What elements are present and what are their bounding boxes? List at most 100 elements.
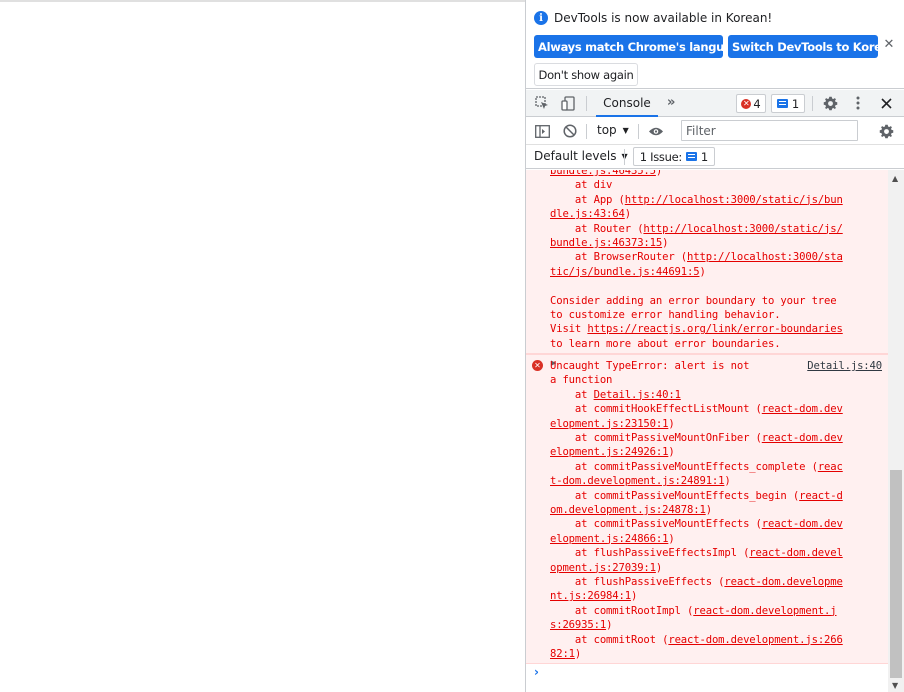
stack-trace-link[interactable]: bundle.js:46435:5 — [550, 170, 656, 177]
console-prompt-icon[interactable]: › — [534, 665, 539, 679]
inspect-element-icon[interactable] — [534, 95, 550, 111]
console-line-text: a function — [550, 374, 613, 387]
console-line: at commitRootImpl (react-dom.development… — [550, 604, 837, 618]
info-icon: i — [534, 11, 548, 25]
stack-trace-link[interactable]: https://reactjs.org/link/error-boundarie… — [587, 323, 843, 335]
dont-show-again-button[interactable]: Don't show again — [534, 63, 638, 86]
console-line: to learn more about error boundaries. — [550, 337, 781, 351]
stack-trace-link[interactable]: react-dom.developme — [724, 576, 842, 588]
console-line-text: ) — [662, 237, 669, 249]
clear-console-icon[interactable] — [562, 123, 578, 139]
stack-trace-link[interactable]: opment.js:27039:1 — [550, 562, 656, 574]
stack-trace-link[interactable]: elopment.js:24926:1 — [550, 446, 668, 458]
error-count-badge[interactable]: ✕ 4 — [736, 94, 766, 113]
issues-label: 1 Issue: — [639, 149, 682, 164]
infobar-message-row: i DevTools is now available in Korean! — [534, 10, 772, 26]
more-options-icon[interactable] — [850, 95, 866, 111]
console-line-text: at Router ( — [550, 222, 644, 235]
stack-trace-link[interactable]: react-d — [799, 490, 843, 502]
more-tabs-icon[interactable]: » — [667, 95, 676, 110]
stack-trace-link[interactable]: react-dom.dev — [762, 403, 843, 415]
stack-trace-link[interactable]: Detail.js:40:1 — [594, 389, 681, 401]
console-line: 82:1) — [550, 647, 581, 661]
stack-trace-link[interactable]: reac — [818, 461, 843, 473]
toolbar-divider — [638, 124, 639, 139]
tab-console[interactable]: Console — [596, 90, 658, 117]
scrollbar-thumb[interactable] — [890, 470, 902, 678]
scroll-down-arrow-icon[interactable]: ▼ — [892, 681, 898, 690]
stack-trace-link[interactable]: t-dom.development.js:24891:1 — [550, 475, 725, 487]
console-line-text: ) — [655, 561, 663, 574]
stack-trace-link[interactable]: react-dom.development.j — [693, 605, 836, 617]
console-line-text: at commitPassiveMountEffects_begin ( — [550, 489, 800, 502]
settings-gear-icon[interactable] — [822, 95, 838, 111]
console-line: at commitPassiveMountEffects_begin (reac… — [550, 489, 843, 503]
console-line-text: Consider adding an error boundary to you… — [550, 294, 837, 307]
stack-trace-link[interactable]: http://localhost:3000/sta — [687, 251, 843, 263]
console-line-text: at BrowserRouter ( — [550, 251, 688, 264]
console-line-text: at div — [550, 179, 613, 192]
console-line: at div — [550, 178, 613, 192]
console-line-text: ) — [724, 475, 731, 488]
source-link[interactable]: Detail.js:40 — [807, 359, 882, 373]
error-icon: ✕ — [532, 360, 543, 371]
console-line-text: Visit — [550, 323, 588, 336]
show-sidebar-icon[interactable] — [534, 123, 550, 139]
console-line: at BrowserRouter (http://localhost:3000/… — [550, 250, 843, 264]
stack-trace-link[interactable]: elopment.js:24866:1 — [550, 533, 668, 545]
stack-trace-link[interactable]: http://localhost:3000/static/js/bun — [625, 194, 843, 206]
stack-trace-link[interactable]: react-dom.dev — [762, 432, 843, 444]
console-line-text: Uncaught TypeError: alert is not — [550, 360, 750, 372]
console-line: opment.js:27039:1) — [550, 561, 662, 575]
stack-trace-link[interactable]: react-dom.development.js:266 — [668, 634, 843, 646]
language-infobar: i DevTools is now available in Korean! A… — [526, 0, 904, 89]
console-line: to customize error handling behavior. — [550, 308, 781, 322]
stack-trace-link[interactable]: dle.js:43:64 — [550, 208, 625, 220]
message-count-badge[interactable]: 1 — [771, 94, 805, 113]
console-line: nt.js:26984:1) — [550, 589, 637, 603]
stack-trace-link[interactable]: elopment.js:23150:1 — [550, 418, 668, 430]
context-selector[interactable]: top ▼ — [597, 123, 629, 137]
close-icon[interactable]: ✕ — [883, 38, 895, 52]
stack-trace-link[interactable]: om.development.js:24878:1 — [550, 504, 706, 516]
console-line-text: ) — [668, 532, 675, 545]
device-toolbar-icon[interactable] — [560, 95, 576, 111]
console-line-text: ) — [630, 590, 638, 603]
console-line: at commitRoot (react-dom.development.js:… — [550, 633, 843, 647]
console-line-text: ) — [574, 648, 582, 660]
log-levels-dropdown[interactable]: Default levels ▼ — [534, 149, 628, 163]
console-line: at Router (http://localhost:3000/static/… — [550, 222, 843, 236]
console-line-text: ) — [655, 170, 663, 177]
filter-input[interactable] — [681, 120, 858, 141]
issues-button[interactable]: 1 Issue: 1 — [633, 147, 715, 166]
toolbar-divider — [586, 124, 587, 139]
toolbar-divider — [624, 149, 625, 165]
console-scrollbar[interactable]: ▲ ▼ — [888, 170, 904, 692]
stack-trace-link[interactable]: http://localhost:3000/static/js/ — [643, 223, 842, 235]
always-match-language-button[interactable]: Always match Chrome's language — [534, 35, 747, 58]
live-expression-eye-icon[interactable] — [648, 123, 664, 139]
console-toolbar: top ▼ — [526, 118, 904, 145]
toolbar-divider — [812, 96, 813, 111]
error-count: 4 — [753, 96, 761, 111]
close-devtools-icon[interactable] — [878, 95, 894, 111]
switch-to-korean-button[interactable]: Switch DevTools to Korean — [728, 35, 897, 58]
stack-trace-link[interactable]: react-dom.dev — [762, 518, 843, 530]
console-line-text: at commitPassiveMountEffects_complete ( — [550, 460, 818, 473]
stack-trace-link[interactable]: tic/js/bundle.js:44691:5 — [550, 266, 700, 278]
console-line-text: at commitPassiveMountEffects ( — [550, 518, 762, 531]
console-line: Consider adding an error boundary to you… — [550, 294, 837, 308]
console-line: dle.js:43:64) — [550, 207, 631, 221]
scroll-up-arrow-icon[interactable]: ▲ — [892, 174, 898, 183]
inspected-page — [0, 0, 525, 692]
console-line: at commitPassiveMountOnFiber (react-dom.… — [550, 431, 843, 445]
stack-trace-link[interactable]: bundle.js:46373:15 — [550, 237, 662, 249]
message-icon — [776, 99, 788, 108]
stack-trace-link[interactable]: 82:1 — [550, 648, 575, 660]
stack-trace-link[interactable]: nt.js:26984:1 — [550, 590, 631, 602]
levels-toolbar: Default levels ▼ 1 Issue: 1 — [526, 145, 904, 169]
console-settings-gear-icon[interactable] — [878, 123, 894, 139]
stack-trace-link[interactable]: s:26935:1 — [550, 619, 606, 631]
console-messages: bundle.js:46435:5) at div at App (http:/… — [526, 170, 904, 692]
stack-trace-link[interactable]: react-dom.devel — [749, 547, 843, 559]
